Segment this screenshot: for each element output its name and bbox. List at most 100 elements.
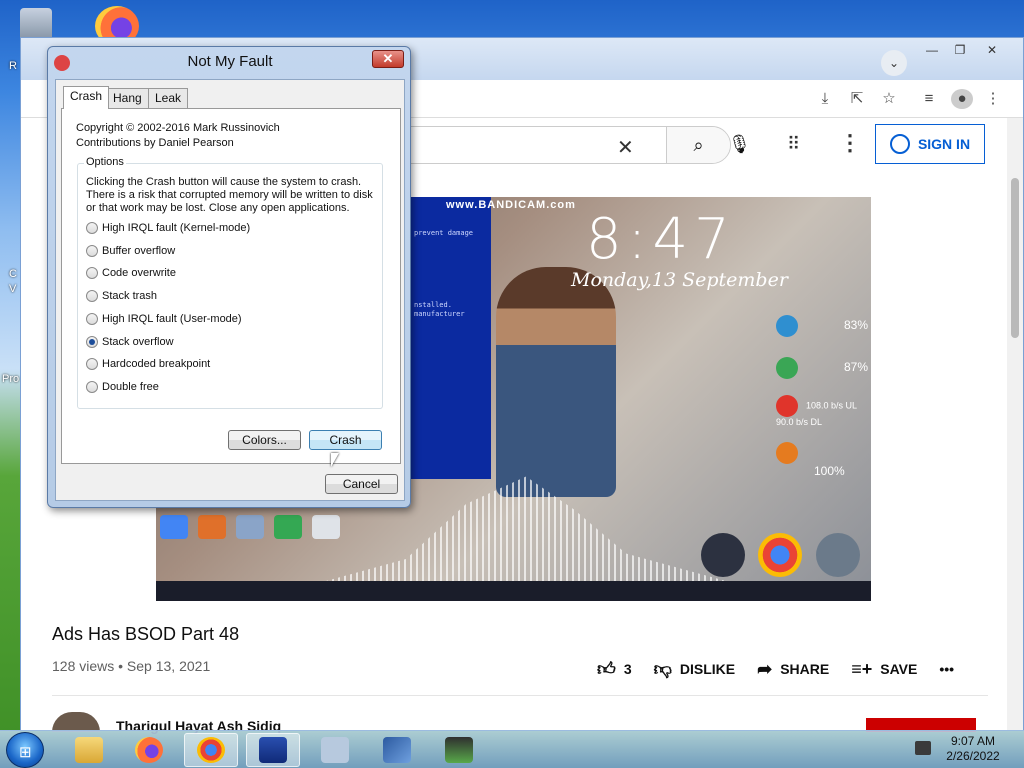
system-clock[interactable]: 9:07 AM 2/26/2022 [940, 734, 1006, 764]
divider [52, 695, 988, 696]
desktop-label-fragment: Pro [2, 373, 20, 385]
more-actions-button[interactable]: ••• [939, 661, 954, 677]
options-label: Options [84, 156, 126, 168]
more-dots-icon: ••• [939, 661, 955, 677]
radio-button [86, 381, 98, 393]
download-icon[interactable]: ⤓ [815, 89, 835, 109]
storage-widget: 100% [776, 442, 871, 478]
option-stack-overflow[interactable]: Stack overflow [86, 336, 174, 348]
user-icon [889, 134, 910, 154]
scrollbar-thumb[interactable] [1011, 178, 1019, 338]
video-desktop-icons [160, 515, 350, 542]
not-my-fault-taskbar-icon[interactable] [246, 733, 300, 767]
video-clock: 8:47 [586, 207, 736, 272]
start-button[interactable]: ⊞ [6, 732, 44, 768]
option-high-irql-user[interactable]: High IRQL fault (User-mode) [86, 313, 242, 325]
share-icon[interactable]: ⇱ [847, 89, 867, 109]
option-double-free[interactable]: Double free [86, 381, 159, 393]
reading-list-icon[interactable]: ≡ [919, 89, 939, 109]
storage-icon [776, 442, 798, 464]
dialog-body: Crash Hang Leak Copyright © 2002-2016 Ma… [55, 79, 405, 501]
option-hardcoded-breakpoint[interactable]: Hardcoded breakpoint [86, 358, 210, 370]
radio-button [86, 245, 98, 257]
virtualbox-taskbar-icon[interactable] [370, 733, 424, 767]
radio-button-checked [86, 336, 98, 348]
search-icon: ⌕ [693, 135, 704, 155]
video-app-icon [701, 533, 745, 577]
resource-monitor-taskbar-icon[interactable] [432, 733, 486, 767]
star-icon[interactable]: ☆ [879, 89, 899, 109]
tab-crash[interactable]: Crash [63, 86, 110, 109]
mouse-cursor-icon [331, 453, 339, 467]
search-button[interactable]: ⌕ [666, 127, 730, 163]
share-arrow-icon: ➦ [757, 658, 773, 679]
thumbs-down-icon: 👎︎ [653, 659, 672, 679]
network-widget: 108.0 b/s UL 90.0 b/s DL [776, 395, 866, 427]
network-icon [776, 395, 798, 417]
close-window-button[interactable]: ✕ [979, 42, 1005, 58]
video-person [496, 267, 616, 497]
chrome-taskbar-icon[interactable] [184, 733, 238, 767]
share-button[interactable]: ➦ SHARE [757, 659, 829, 680]
clear-search-icon[interactable]: ✕ [617, 135, 634, 160]
radio-button [86, 358, 98, 370]
network-tray-icon[interactable] [915, 741, 931, 755]
save-button[interactable]: ≡+ SAVE [851, 659, 917, 680]
channel-avatar[interactable] [52, 712, 100, 732]
radio-button [86, 290, 98, 302]
minimize-button[interactable]: — [919, 42, 945, 58]
sign-in-label: SIGN IN [917, 136, 971, 152]
video-console-text: prevent damage nstalled. manufacturer [414, 229, 474, 318]
option-stack-trash[interactable]: Stack trash [86, 290, 157, 302]
youtube-search-box[interactable]: ✕ ⌕ [401, 126, 731, 164]
firefox-taskbar-icon[interactable] [122, 733, 176, 767]
options-description: Clicking the Crash button will cause the… [86, 176, 373, 214]
radio-button [86, 313, 98, 325]
maximize-button[interactable]: ❐ [947, 42, 973, 58]
sign-in-button[interactable]: SIGN IN [875, 124, 985, 164]
cancel-button[interactable]: Cancel [325, 474, 398, 494]
tab-leak[interactable]: Leak [148, 88, 189, 108]
dislike-button[interactable]: 👎︎ DISLIKE [654, 658, 736, 680]
share-label: SHARE [780, 661, 830, 677]
tab-hang[interactable]: Hang [106, 88, 149, 108]
battery-icon [776, 315, 798, 337]
option-buffer-overflow[interactable]: Buffer overflow [86, 245, 175, 257]
video-title: Ads Has BSOD Part 48 [52, 624, 240, 644]
microphone-icon[interactable]: 🎙 [728, 134, 751, 156]
page-scrollbar[interactable] [1007, 118, 1023, 730]
video-meta: 128 views • Sep 13, 2021 [52, 658, 211, 674]
dialog-title: Not My Fault [187, 53, 273, 70]
playlist-add-icon: ≡+ [851, 658, 873, 679]
option-code-overwrite[interactable]: Code overwrite [86, 267, 176, 279]
windows-taskbar: ⊞ 9:07 AM 2/26/2022 [0, 730, 1024, 768]
dislike-label: DISLIKE [679, 661, 736, 677]
apps-grid-icon[interactable]: ⠿ [787, 134, 800, 155]
profile-icon[interactable]: ● [951, 89, 973, 109]
memory-icon [776, 357, 798, 379]
radio-button [86, 222, 98, 234]
bandicam-watermark: www.BANDICAM.com [446, 199, 576, 211]
video-chrome-icon [758, 533, 802, 577]
video-app-icon [816, 533, 860, 577]
crash-button[interactable]: Crash [309, 430, 382, 450]
video-actions: 👍︎ 3 👎︎ DISLIKE ➦ SHARE ≡+ SAVE ••• [597, 658, 954, 680]
file-explorer-taskbar-icon[interactable] [62, 733, 116, 767]
save-label: SAVE [880, 661, 918, 677]
thumbs-up-icon: 👍︎ [597, 659, 616, 679]
like-count: 3 [623, 661, 632, 677]
option-high-irql-kernel[interactable]: High IRQL fault (Kernel-mode) [86, 222, 250, 234]
task-manager-taskbar-icon[interactable] [308, 733, 362, 767]
like-button[interactable]: 👍︎ 3 [597, 658, 632, 680]
video-taskbar [156, 581, 871, 601]
colors-button[interactable]: Colors... [228, 430, 301, 450]
kebab-menu-icon[interactable]: ⋮ [983, 89, 1003, 109]
not-my-fault-dialog: Not My Fault ✕ Crash Hang Leak Copyright… [47, 46, 411, 508]
memory-widget: 87% [776, 357, 868, 379]
options-group: Options Clicking the Crash button will c… [77, 156, 383, 409]
settings-more-icon[interactable]: ⋮ [839, 130, 861, 156]
dialog-close-button[interactable]: ✕ [372, 50, 404, 68]
tab-search-dropdown-icon[interactable]: ⌄ [881, 50, 907, 76]
radio-button [86, 267, 98, 279]
desktop-label-fragment: C [9, 268, 17, 280]
